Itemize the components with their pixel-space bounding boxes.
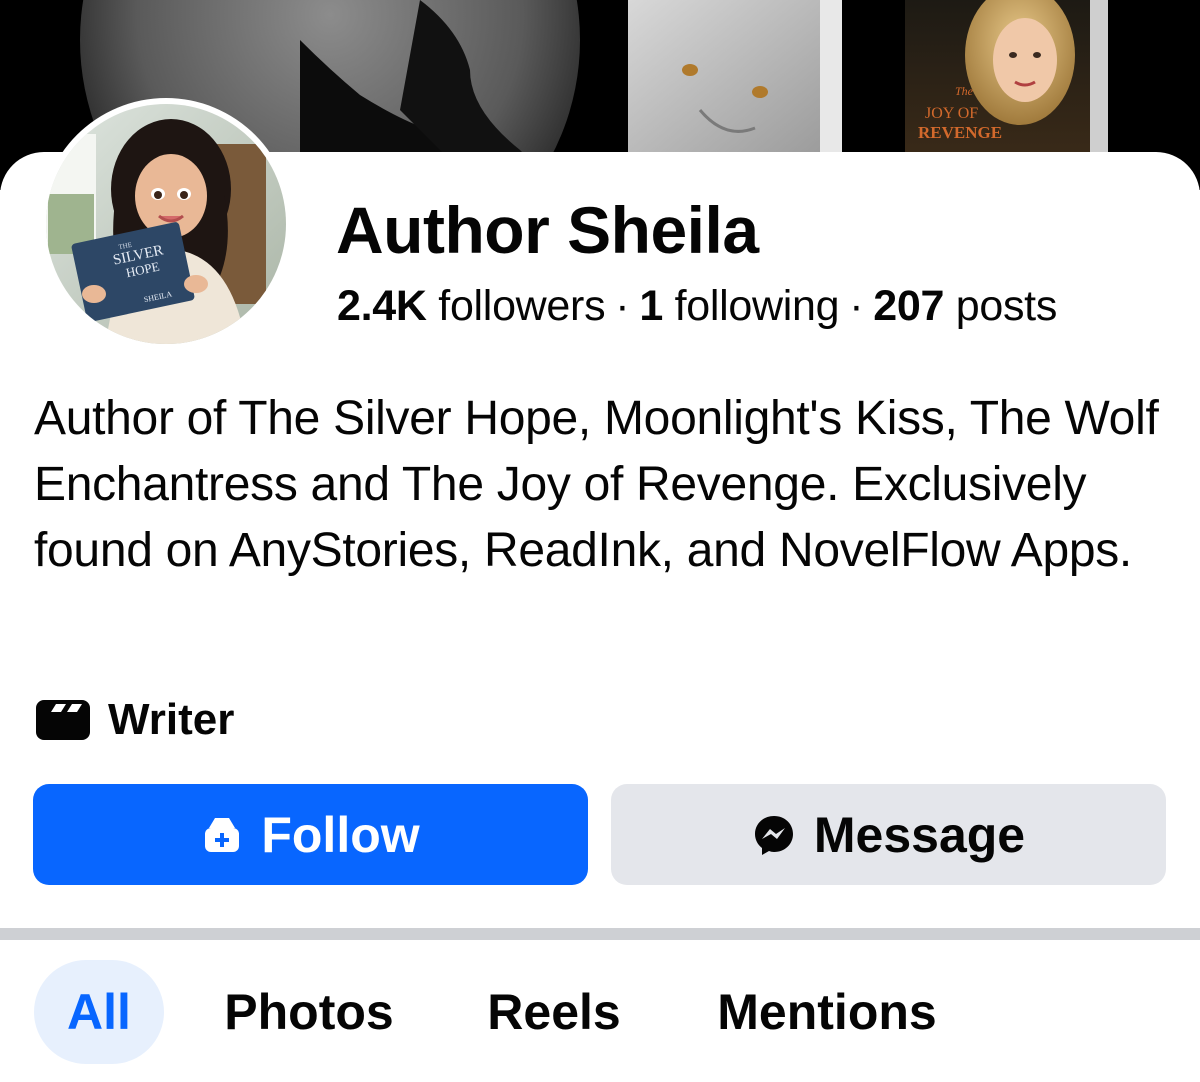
stats-separator: · xyxy=(615,282,630,330)
profile-avatar[interactable]: THE SILVER HOPE SHEILA xyxy=(40,98,292,350)
cover-book-title-mid: JOY OF xyxy=(925,105,978,122)
profile-bio: Author of The Silver Hope, Moonlight's K… xyxy=(34,392,1159,577)
follow-plus-icon xyxy=(205,817,240,852)
avatar-illustration: THE SILVER HOPE SHEILA xyxy=(46,104,286,344)
clapperboard-icon xyxy=(36,700,90,740)
profile-stats: 2.4K followers · 1 following · 207 posts xyxy=(337,280,1057,332)
category-label: Writer xyxy=(108,695,235,744)
following-stat[interactable]: 1 following xyxy=(639,282,839,330)
tab-reels[interactable]: Reels xyxy=(470,960,638,1064)
profile-category: Writer xyxy=(34,690,234,750)
follow-label: Follow xyxy=(261,806,420,863)
tab-all[interactable]: All xyxy=(34,960,164,1064)
profile-tabs: All Photos Reels Mentions xyxy=(0,960,1200,1070)
tab-mentions[interactable]: Mentions xyxy=(696,960,958,1064)
tab-photos[interactable]: Photos xyxy=(204,960,414,1064)
posts-stat[interactable]: 207 posts xyxy=(873,282,1057,330)
cover-book-title-main: REVENGE xyxy=(918,123,1002,142)
stats-separator: · xyxy=(849,282,864,330)
cover-book-title-small: The xyxy=(955,84,974,98)
follow-button[interactable]: Follow xyxy=(33,784,588,885)
message-label: Message xyxy=(813,806,1026,863)
followers-stat[interactable]: 2.4K followers xyxy=(337,282,606,330)
messenger-icon xyxy=(754,815,793,855)
message-button[interactable]: Message xyxy=(611,784,1166,885)
section-divider xyxy=(0,928,1200,940)
profile-name: Author Sheila xyxy=(336,193,759,267)
